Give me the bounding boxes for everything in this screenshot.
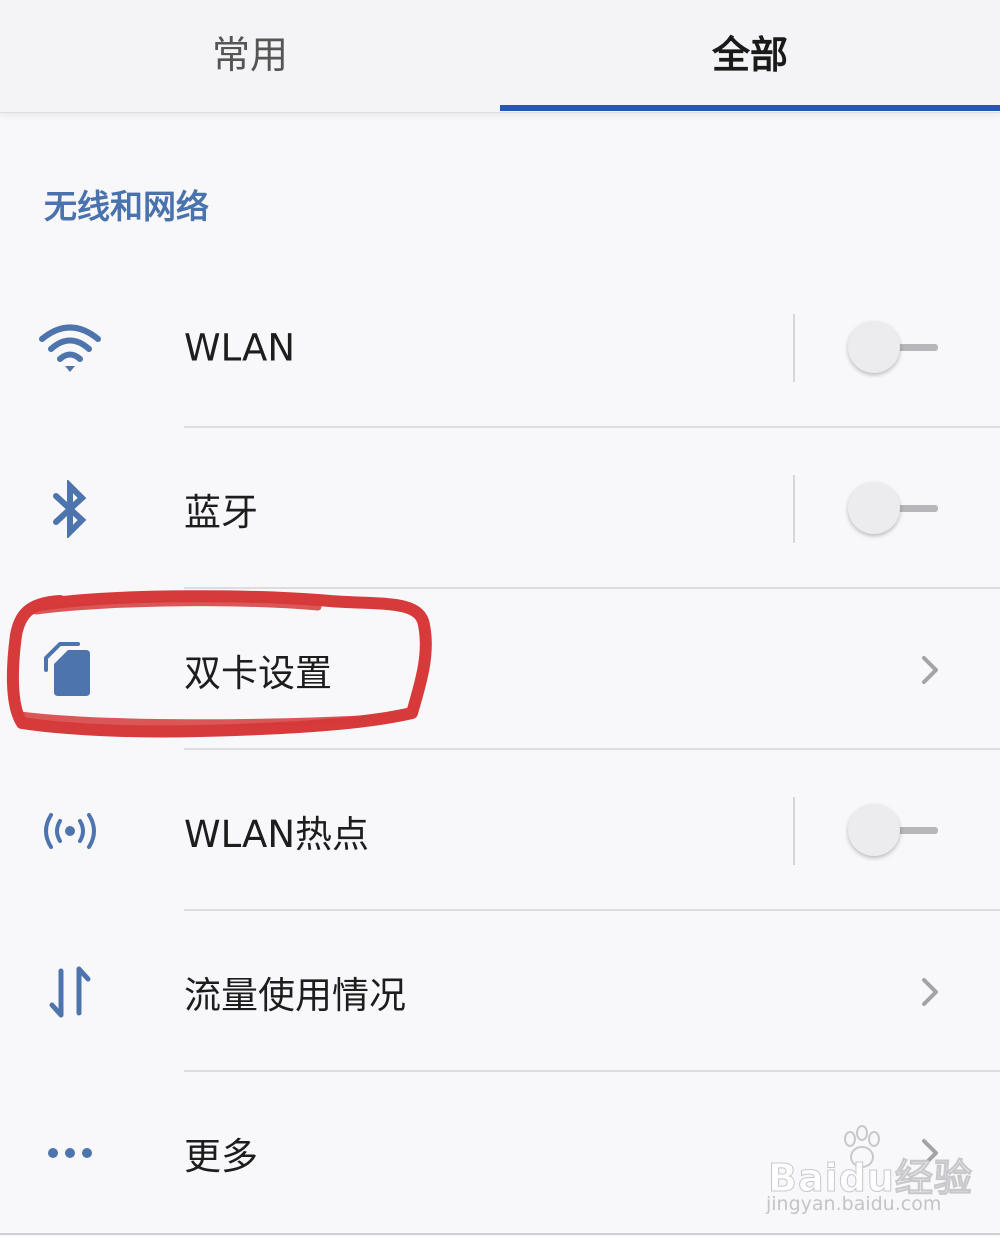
row-separator	[793, 797, 795, 865]
chevron-right-icon	[912, 1135, 948, 1171]
row-divider	[184, 748, 1000, 750]
settings-row-more[interactable]: 更多	[0, 1073, 1000, 1233]
tab-common-label: 常用	[211, 33, 288, 77]
hotspot-switch[interactable]	[848, 804, 942, 858]
switch-knob	[848, 321, 900, 373]
sim-card-icon	[30, 635, 110, 705]
tab-all-label: 全部	[711, 33, 788, 77]
more-icon	[30, 1118, 110, 1188]
hotspot-icon	[30, 796, 110, 866]
tab-bar: 常用 全部	[0, 0, 1000, 113]
settings-row-label: 更多	[184, 1135, 258, 1178]
chevron-right-icon	[912, 652, 948, 688]
tab-common[interactable]: 常用	[0, 0, 500, 112]
tab-all[interactable]: 全部	[500, 0, 1000, 112]
settings-row-hotspot[interactable]: WLAN热点	[0, 751, 1000, 911]
bluetooth-switch[interactable]	[848, 482, 942, 536]
switch-knob	[848, 804, 900, 856]
settings-row-label: 流量使用情况	[184, 974, 406, 1017]
settings-screen: 常用 全部 无线和网络 WLAN 蓝牙 双卡设置 WLAN热点 流量使用情况 更…	[0, 0, 1000, 1237]
row-separator	[793, 475, 795, 543]
bottom-divider	[0, 1233, 1000, 1235]
section-header-wireless: 无线和网络	[44, 187, 209, 226]
settings-row-label: 双卡设置	[184, 652, 332, 695]
tab-selected-indicator	[500, 105, 1000, 111]
settings-row-data-usage[interactable]: 流量使用情况	[0, 912, 1000, 1072]
settings-row-wlan[interactable]: WLAN	[0, 268, 1000, 428]
settings-row-bluetooth[interactable]: 蓝牙	[0, 429, 1000, 589]
row-divider	[184, 1070, 1000, 1072]
row-separator	[793, 314, 795, 382]
data-usage-icon	[30, 957, 110, 1027]
row-divider	[184, 426, 1000, 428]
bluetooth-icon	[30, 474, 110, 544]
settings-row-label: WLAN	[184, 326, 296, 370]
settings-row-dual-sim[interactable]: 双卡设置	[0, 590, 1000, 750]
row-divider	[184, 587, 1000, 589]
switch-knob	[848, 482, 900, 534]
row-divider	[184, 909, 1000, 911]
settings-row-label: WLAN热点	[184, 813, 370, 856]
chevron-right-icon	[912, 974, 948, 1010]
settings-row-label: 蓝牙	[184, 491, 258, 534]
wifi-icon	[30, 313, 110, 383]
wlan-switch[interactable]	[848, 321, 942, 375]
